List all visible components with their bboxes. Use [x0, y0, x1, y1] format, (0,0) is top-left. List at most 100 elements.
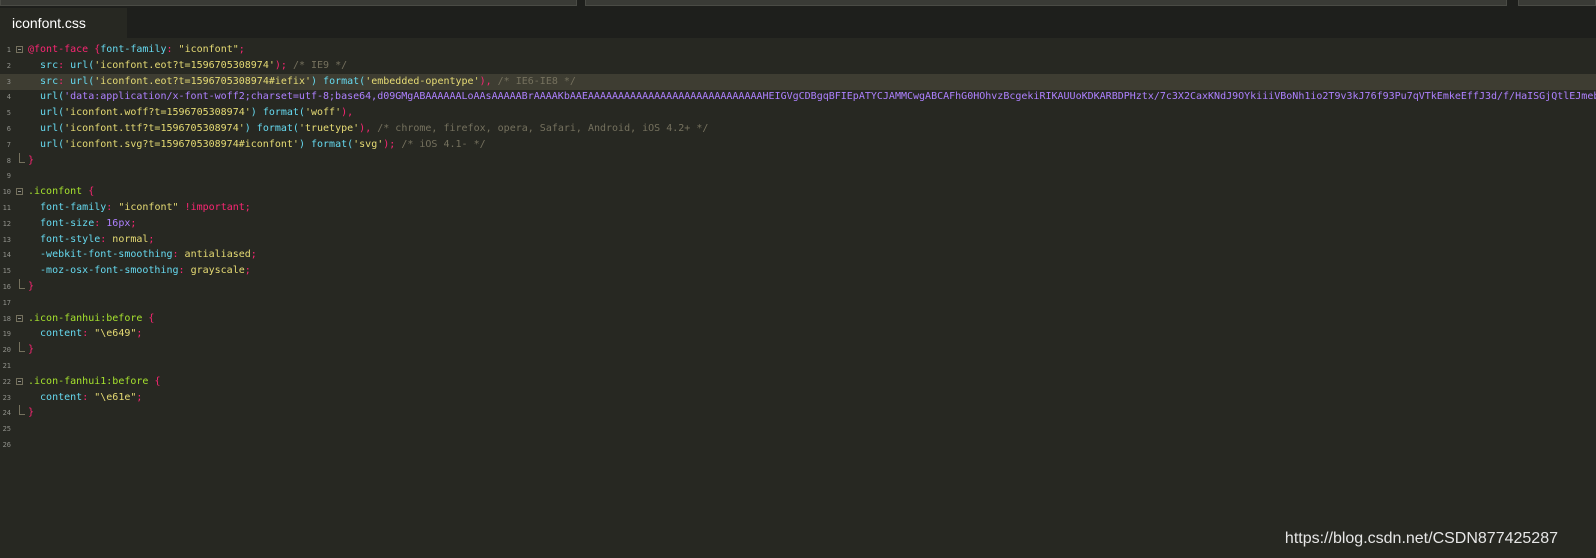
code-token: src: [28, 59, 59, 71]
code-token: /* IE9 */: [286, 59, 348, 71]
line-number: 16: [2, 283, 11, 291]
code-line[interactable]: 11 font-family: "iconfont" !important;: [0, 200, 1596, 216]
code-token: }: [28, 281, 35, 292]
code-line[interactable]: 12 font-size: 16px;: [0, 216, 1596, 232]
code-token: url(: [28, 123, 65, 134]
code-token: 'iconfont.ttf?t=1596705308974': [64, 123, 245, 134]
code-token: 'iconfont.svg?t=1596705308974#iconfont': [64, 138, 299, 150]
code-line[interactable]: 5 url('iconfont.woff?t=1596705308974') f…: [0, 105, 1596, 121]
fold-toggle-icon[interactable]: [16, 188, 23, 196]
code-token: url(: [70, 75, 95, 87]
line-number: 15: [2, 267, 11, 276]
code-line[interactable]: 9: [0, 168, 1596, 184]
code-token: format(: [310, 138, 354, 150]
tab-iconfont-css[interactable]: iconfont.css: [0, 8, 127, 38]
code-text: content: "\e61e";: [28, 390, 142, 406]
code-token: -moz-osx-font-smoothing: [28, 265, 179, 277]
code-line[interactable]: 22 .icon-fanhui1:before {: [0, 374, 1596, 390]
code-text: -moz-osx-font-smoothing: grayscale;: [28, 263, 251, 279]
code-token: :: [106, 202, 119, 213]
code-line[interactable]: 26: [0, 437, 1596, 453]
code-line[interactable]: 20}: [0, 342, 1596, 358]
code-line[interactable]: 3 src: url('iconfont.eot?t=1596705308974…: [0, 73, 1596, 90]
code-token: :before: [100, 312, 143, 324]
line-number: 2: [6, 61, 11, 70]
line-number: 7: [6, 140, 11, 149]
code-line[interactable]: 16}: [0, 279, 1596, 295]
code-token: format(: [323, 75, 366, 87]
code-token: 'svg': [353, 138, 384, 150]
code-text: }: [28, 342, 34, 358]
line-number: 4: [6, 93, 11, 102]
code-text: .iconfont {: [28, 184, 94, 200]
top-scroll-segment[interactable]: [0, 0, 577, 6]
code-token: :: [82, 391, 95, 403]
code-line[interactable]: 21: [0, 358, 1596, 374]
top-scroll-segment[interactable]: [585, 0, 1507, 6]
line-number: 23: [2, 393, 11, 402]
top-scroll-segment[interactable]: [1518, 0, 1596, 6]
line-number: 18: [2, 314, 11, 323]
code-text: url('data:application/x-font-woff2;chars…: [28, 89, 1596, 105]
code-token: ;: [244, 265, 251, 277]
code-token: :: [94, 217, 107, 229]
line-number: 6: [6, 125, 11, 133]
code-line[interactable]: 13 font-style: normal;: [0, 232, 1596, 248]
code-token: ;: [238, 44, 245, 55]
code-token: 16px: [106, 217, 131, 229]
code-line[interactable]: 7 url('iconfont.svg?t=1596705308974#icon…: [0, 137, 1596, 153]
code-line[interactable]: 1 @font-face {font-family: "iconfont";: [0, 42, 1596, 58]
code-token: ;: [244, 202, 251, 213]
code-line[interactable]: 4 url('data:application/x-font-woff2;cha…: [0, 89, 1596, 105]
code-token: "iconfont": [178, 44, 239, 55]
code-line[interactable]: 6 url('iconfont.ttf?t=1596705308974') fo…: [0, 121, 1596, 137]
code-text: url('iconfont.woff?t=1596705308974') for…: [28, 105, 353, 121]
fold-toggle-icon[interactable]: [16, 314, 23, 322]
code-token: format(: [262, 107, 305, 119]
code-line[interactable]: 25: [0, 421, 1596, 437]
tab-bar: iconfont.css: [0, 8, 1596, 38]
code-line[interactable]: 10 .iconfont {: [0, 184, 1596, 200]
code-text: font-size: 16px;: [28, 216, 136, 232]
code-token: ),: [359, 123, 372, 134]
code-line[interactable]: 19 content: "\e649";: [0, 326, 1596, 342]
code-token: ): [250, 107, 263, 119]
line-number: 13: [2, 235, 11, 244]
code-text: @font-face {font-family: "iconfont";: [28, 42, 245, 58]
code-token: }: [28, 344, 35, 356]
line-number: 5: [6, 109, 11, 118]
fold-end-marker-icon: [19, 342, 25, 353]
code-token: url(: [70, 59, 95, 71]
code-token: content: [28, 328, 83, 340]
code-token: ),: [479, 75, 492, 87]
fold-toggle-icon[interactable]: [16, 377, 23, 385]
code-text: src: url('iconfont.eot?t=1596705308974')…: [28, 58, 347, 74]
code-token: :: [166, 44, 179, 55]
code-line[interactable]: 8}: [0, 152, 1596, 169]
code-text: url('iconfont.svg?t=1596705308974#iconfo…: [28, 137, 486, 153]
watermark: https://blog.csdn.net/CSDN877425287: [1284, 530, 1558, 547]
code-line[interactable]: 18 .icon-fanhui:before {: [0, 311, 1596, 327]
code-token: antialiased: [184, 249, 251, 261]
code-line[interactable]: 14 -webkit-font-smoothing: antialiased;: [0, 247, 1596, 263]
line-number: 10: [2, 188, 11, 197]
code-token: {: [88, 44, 101, 55]
code-token: 'embedded-opentype': [365, 75, 480, 87]
code-text: -webkit-font-smoothing: antialiased;: [28, 247, 257, 263]
code-line[interactable]: 17: [0, 295, 1596, 311]
fold-toggle-icon[interactable]: [16, 46, 23, 53]
line-number: 25: [2, 425, 11, 434]
code-token: ): [311, 75, 324, 87]
code-line[interactable]: 23 content: "\e61e";: [0, 390, 1596, 406]
code-editor[interactable]: 1 @font-face {font-family: "iconfont"; 2 s…: [0, 42, 1596, 462]
fold-end-marker-icon: [19, 152, 25, 163]
code-line[interactable]: 15 -moz-osx-font-smoothing: grayscale;: [0, 263, 1596, 279]
code-token: :: [58, 59, 71, 71]
code-line[interactable]: 2 src: url('iconfont.eot?t=1596705308974…: [0, 58, 1596, 74]
code-token: :: [82, 328, 95, 340]
code-line[interactable]: 24}: [0, 405, 1596, 421]
code-token: "iconfont": [118, 202, 179, 213]
line-number: 19: [2, 330, 11, 339]
code-token: font-size: [28, 217, 95, 229]
code-token: 'iconfont.woff?t=1596705308974': [64, 107, 251, 119]
